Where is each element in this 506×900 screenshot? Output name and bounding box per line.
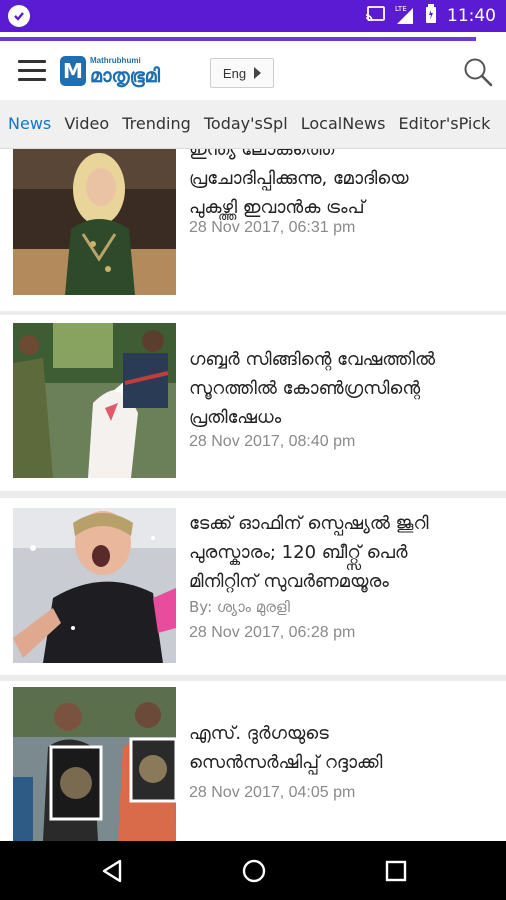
category-tabs: News Video Trending Today'sSpl LocalNews… [0, 100, 506, 149]
article-headline: ഗബ്ബർ സിങ്ങിന്റെ വേഷത്തിൽ സൂറത്തിൽ കോൺഗ്… [189, 345, 494, 432]
tab-editors-pick[interactable]: Editor'sPick [395, 100, 495, 148]
headline-line: പ്രചോദിപ്പിക്കുന്നു, മോദിയെ [189, 168, 409, 189]
app-bar: M Mathrubhumi മാതൃഭൂമി Eng [0, 42, 506, 100]
article-date: 28 Nov 2017, 06:31 pm [189, 219, 356, 236]
headline-line: സെൻസർഷിപ്പ് റദ്ദാക്കി [189, 752, 383, 773]
cheering-man-image [13, 508, 176, 663]
article-headline: ഇന്ത്യ ലോകത്തെ പ്രചോദിപ്പിക്കുന്നു, മോദി… [189, 149, 494, 222]
status-time: 11:40 [447, 6, 496, 26]
lte-label: LTE [395, 5, 407, 13]
tab-local-news[interactable]: LocalNews [297, 100, 390, 148]
headline-line: പുരസ്കാരം; 120 ബീറ്റ്സ് പെർ [189, 542, 408, 563]
news-card[interactable]: എസ്. ദുർഗയുടെ സെൻസർഷിപ്പ് റദ്ദാക്കി 28 N… [0, 681, 506, 841]
hamburger-menu-icon[interactable] [18, 60, 46, 82]
recents-icon[interactable] [381, 856, 411, 886]
home-icon[interactable] [239, 856, 269, 886]
headline-line: ടേക്ക് ഓഫിന് സ്പെഷ്യൽ ജൂറി [189, 513, 429, 534]
woman-portrait-image [13, 149, 176, 295]
tab-todays-special[interactable]: Today'sSpl [200, 100, 292, 148]
poster-protest-image [13, 687, 176, 841]
app-logo: M Mathrubhumi മാതൃഭൂമി [60, 54, 160, 88]
logo-subtitle: Mathrubhumi [90, 55, 141, 65]
play-arrow-icon [254, 67, 262, 79]
app-notification-icon [8, 5, 30, 27]
language-button[interactable]: Eng [210, 58, 274, 88]
loading-progress-bar [0, 32, 506, 42]
article-headline: എസ്. ദുർഗയുടെ സെൻസർഷിപ്പ് റദ്ദാക്കി [189, 719, 494, 777]
article-date: 28 Nov 2017, 08:40 pm [189, 433, 356, 450]
article-date: 28 Nov 2017, 06:28 pm [189, 624, 356, 641]
back-icon[interactable] [98, 856, 128, 886]
logo-letter: M [60, 56, 86, 86]
navigation-bar [0, 841, 506, 900]
headline-line: സൂറത്തിൽ കോൺഗ്രസിന്റെ [189, 378, 421, 399]
headline-line: ഇന്ത്യ ലോകത്തെ [189, 149, 335, 160]
search-icon[interactable] [462, 56, 494, 88]
tab-video[interactable]: Video [60, 100, 113, 148]
article-byline: By: ശ്യാം മുരളി [189, 598, 290, 616]
headline-line: പുകഴ്ത്തി ഇവാൻക ട്രംപ് [189, 197, 365, 218]
status-bar: LTE 11:40 [0, 0, 506, 32]
article-date: 28 Nov 2017, 04:05 pm [189, 784, 356, 801]
headline-line: എസ്. ദുർഗയുടെ [189, 723, 329, 744]
protest-horse-image [13, 323, 176, 478]
battery-icon [425, 4, 437, 28]
news-feed: ഇന്ത്യ ലോകത്തെ പ്രചോദിപ്പിക്കുന്നു, മോദി… [0, 149, 506, 841]
language-label: Eng [222, 65, 247, 81]
tab-trending[interactable]: Trending [118, 100, 195, 148]
article-headline: ടേക്ക് ഓഫിന് സ്പെഷ്യൽ ജൂറി പുരസ്കാരം; 12… [189, 509, 494, 596]
headline-line: മിനിറ്റിന് സുവർണമയൂരം [189, 571, 389, 592]
headline-line: പ്രതിഷേധം [189, 407, 282, 428]
news-card[interactable]: ടേക്ക് ഓഫിന് സ്പെഷ്യൽ ജൂറി പുരസ്കാരം; 12… [0, 498, 506, 675]
news-card[interactable]: ഗബ്ബർ സിങ്ങിന്റെ വേഷത്തിൽ സൂറത്തിൽ കോൺഗ്… [0, 315, 506, 491]
logo-name: മാതൃഭൂമി [90, 64, 160, 87]
tab-news[interactable]: News [0, 100, 55, 148]
news-card[interactable]: ഇന്ത്യ ലോകത്തെ പ്രചോദിപ്പിക്കുന്നു, മോദി… [0, 149, 506, 311]
lte-signal-icon: LTE [395, 5, 415, 25]
cast-icon [365, 6, 385, 26]
loading-progress-fill [0, 37, 476, 41]
headline-line: ഗബ്ബർ സിങ്ങിന്റെ വേഷത്തിൽ [189, 349, 436, 370]
